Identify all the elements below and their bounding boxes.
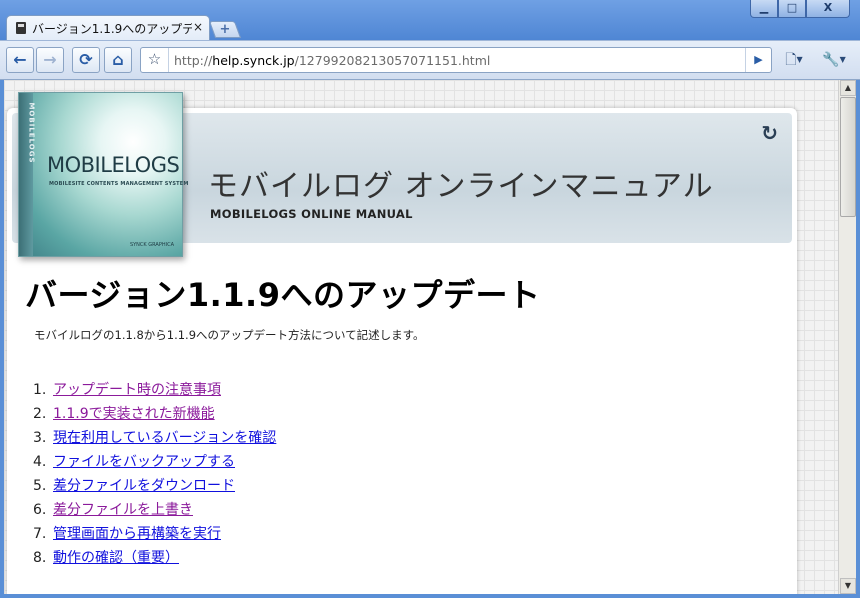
go-button[interactable]: ▶ <box>745 48 771 72</box>
refresh-icon[interactable]: ↻ <box>761 121 778 145</box>
tab-close-icon[interactable]: × <box>193 20 203 34</box>
list-number: 7. <box>33 526 47 542</box>
list-item: 3. 現在利用しているバージョンを確認 <box>33 427 276 451</box>
page-favicon-icon <box>16 22 26 34</box>
page-viewport: ↻ モバイルログ オンラインマニュアル MOBILELOGS ONLINE MA… <box>4 80 838 594</box>
title-bar: バージョン1.1.9へのアップデート × + ▁ □ X <box>0 0 860 40</box>
list-item: 4. ファイルをバックアップする <box>33 451 276 475</box>
banner-subtitle: MOBILELOGS ONLINE MANUAL <box>210 207 413 221</box>
toc-link[interactable]: アップデート時の注意事項 <box>53 382 221 398</box>
chevron-down-icon: ▼ <box>839 55 846 64</box>
maker-name: SYNCK GRAPHICA <box>129 242 174 248</box>
toc-link[interactable]: 管理画面から再構築を実行 <box>53 526 221 542</box>
reload-button[interactable]: ⟳ <box>72 47 100 73</box>
arrow-left-icon: ← <box>13 50 27 69</box>
box-spine-text: MOBILELOGS <box>27 102 36 164</box>
scroll-up-icon[interactable]: ▲ <box>840 80 856 96</box>
list-item: 8. 動作の確認（重要） <box>33 547 276 571</box>
list-number: 5. <box>33 478 47 494</box>
minimize-button[interactable]: ▁ <box>750 0 778 18</box>
product-tagline: MOBILESITE CONTENTS MANAGEMENT SYSTEM <box>49 181 189 187</box>
home-icon: ⌂ <box>112 50 124 69</box>
page-icon: 🗋 <box>785 52 797 68</box>
intro-text: モバイルログの1.1.8から1.1.9へのアップデート方法について記述します。 <box>34 328 425 342</box>
page-title: バージョン1.1.9へのアップデート <box>25 276 541 314</box>
list-item: 7. 管理画面から再構築を実行 <box>33 523 276 547</box>
toc-link[interactable]: 現在利用しているバージョンを確認 <box>53 430 276 446</box>
browser-tab[interactable]: バージョン1.1.9へのアップデート × <box>6 15 210 40</box>
wrench-icon: 🔧 <box>822 52 840 68</box>
plus-icon: + <box>219 22 231 37</box>
toc-link[interactable]: 動作の確認（重要） <box>53 550 179 566</box>
list-item: 6. 差分ファイルを上書き <box>33 499 276 523</box>
url-scheme: http:// <box>174 53 213 68</box>
list-item: 2. 1.1.9で実装された新機能 <box>33 403 276 427</box>
new-tab-button[interactable]: + <box>208 21 242 38</box>
page-menu-button[interactable]: 🗋▼ <box>776 47 812 73</box>
bookmark-star-icon[interactable]: ☆ <box>141 48 169 72</box>
window-frame <box>856 80 860 598</box>
vertical-scrollbar[interactable]: ▲ ▼ <box>838 80 856 594</box>
scroll-down-icon[interactable]: ▼ <box>840 578 856 594</box>
browser-toolbar: ← → ⟳ ⌂ ☆ http://help.synck.jp/127992082… <box>0 40 860 80</box>
toc-link[interactable]: ファイルをバックアップする <box>53 454 235 470</box>
list-number: 3. <box>33 430 47 446</box>
list-number: 6. <box>33 502 47 518</box>
toc-link[interactable]: 1.1.9で実装された新機能 <box>53 406 215 422</box>
tab-title: バージョン1.1.9へのアップデート <box>32 22 192 36</box>
close-window-button[interactable]: X <box>806 0 850 18</box>
toc-link[interactable]: 差分ファイルをダウンロード <box>53 478 235 494</box>
window-frame <box>0 80 4 598</box>
play-icon: ▶ <box>754 53 763 66</box>
maximize-button[interactable]: □ <box>778 0 806 18</box>
banner-title: モバイルログ オンラインマニュアル <box>208 169 714 204</box>
list-item: 5. 差分ファイルをダウンロード <box>33 475 276 499</box>
url-host: help.synck.jp <box>212 53 295 68</box>
scrollbar-thumb[interactable] <box>840 97 856 217</box>
box-spine: MOBILELOGS <box>19 93 36 256</box>
reload-icon: ⟳ <box>79 50 93 69</box>
table-of-contents: 1. アップデート時の注意事項 2. 1.1.9で実装された新機能 3. 現在利用して… <box>33 379 276 571</box>
list-number: 8. <box>33 550 47 566</box>
window-frame <box>0 594 860 598</box>
product-logo: MOBILELOGS <box>47 153 180 177</box>
url-path: /12799208213057071151.html <box>294 53 491 68</box>
forward-button[interactable]: → <box>36 47 64 73</box>
tools-menu-button[interactable]: 🔧▼ <box>816 47 852 73</box>
list-item: 1. アップデート時の注意事項 <box>33 379 276 403</box>
list-number: 2. <box>33 406 47 422</box>
url-text[interactable]: http://help.synck.jp/1279920821305707115… <box>174 53 490 68</box>
product-box-image: MOBILELOGS MOBILELOGS MOBILESITE CONTENT… <box>18 92 188 257</box>
address-bar[interactable]: ☆ http://help.synck.jp/12799208213057071… <box>140 47 772 73</box>
list-number: 4. <box>33 454 47 470</box>
list-number: 1. <box>33 382 47 398</box>
chevron-down-icon: ▼ <box>796 55 803 64</box>
window-controls: ▁ □ X <box>750 0 850 18</box>
back-button[interactable]: ← <box>6 47 34 73</box>
toc-link[interactable]: 差分ファイルを上書き <box>53 502 193 518</box>
home-button[interactable]: ⌂ <box>104 47 132 73</box>
arrow-right-icon: → <box>43 50 57 69</box>
